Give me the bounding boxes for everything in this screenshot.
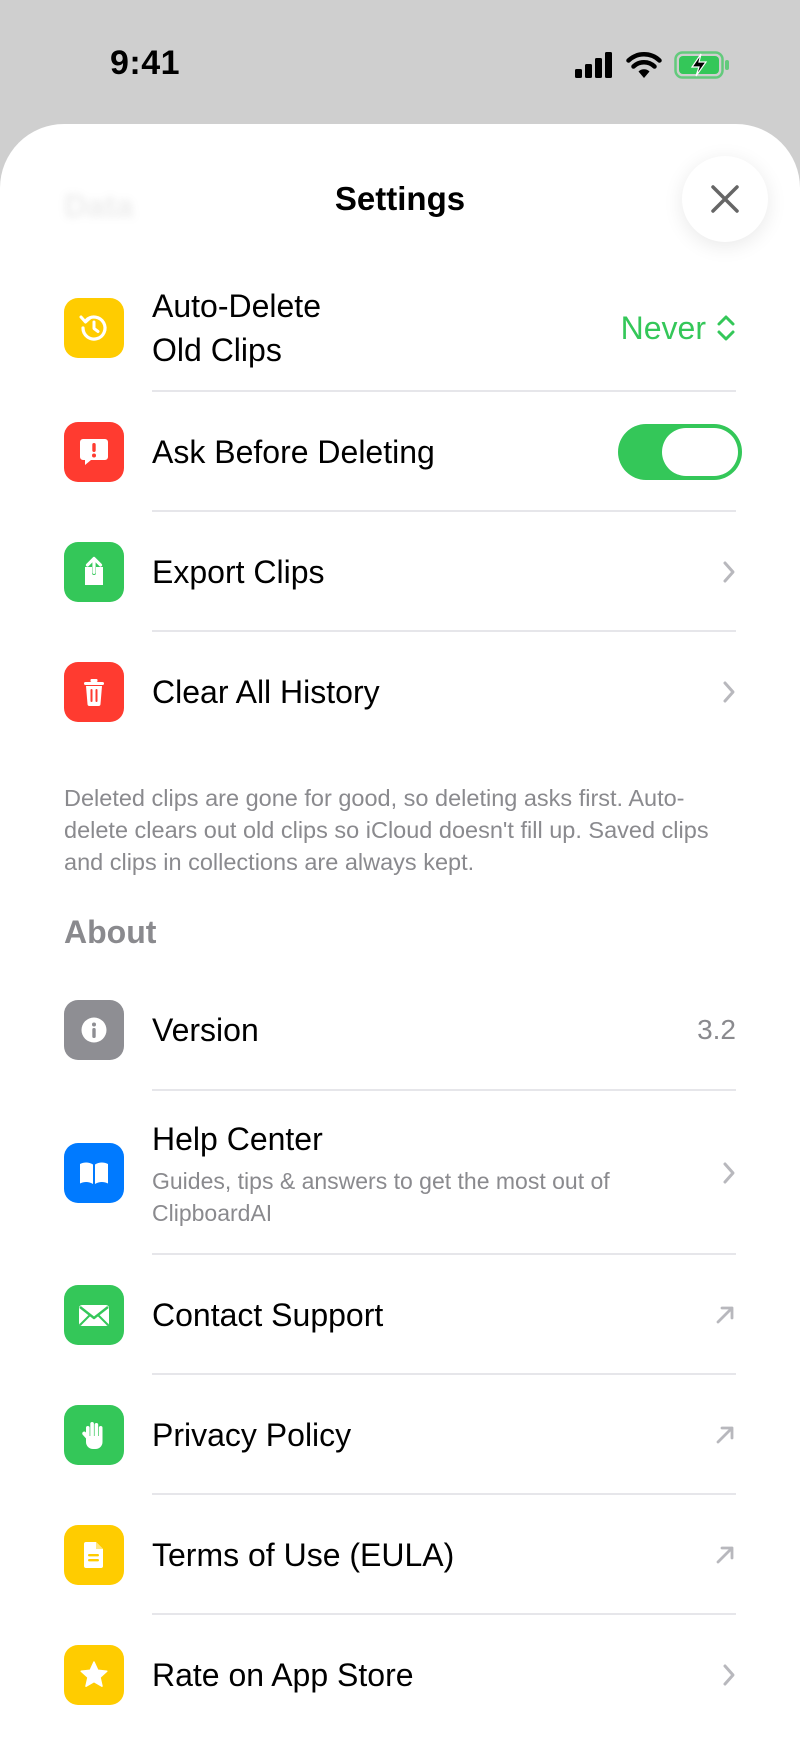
ask-before-deleting-toggle[interactable] xyxy=(618,424,742,480)
rate-app-store-row[interactable]: Rate on App Store xyxy=(0,1615,800,1735)
clock-history-icon xyxy=(64,298,124,358)
row-label: Terms of Use (EULA) xyxy=(152,1537,455,1573)
row-label: Version xyxy=(152,1012,259,1048)
auto-delete-value: Never xyxy=(620,309,706,346)
auto-delete-row[interactable]: Auto-Delete Old Clips Never xyxy=(0,264,800,392)
hand-raised-icon xyxy=(64,1405,124,1465)
toggle-knob xyxy=(662,428,738,476)
info-icon xyxy=(64,1000,124,1060)
settings-sheet: Data Settings Auto-Delete Old Clips Neve… xyxy=(0,124,800,1740)
contact-support-row[interactable]: Contact Support xyxy=(0,1255,800,1375)
row-label: Clear All History xyxy=(152,674,380,710)
exclamation-bubble-icon xyxy=(64,422,124,482)
external-link-icon xyxy=(716,1306,734,1324)
row-label: Auto-Delete xyxy=(152,288,321,324)
status-icons xyxy=(574,48,730,82)
close-icon xyxy=(711,185,739,213)
status-bar: 9:41 xyxy=(0,0,800,124)
row-label: Rate on App Store xyxy=(152,1657,414,1693)
share-upload-icon xyxy=(64,542,124,602)
privacy-policy-row[interactable]: Privacy Policy xyxy=(0,1375,800,1495)
row-label: Old Clips xyxy=(152,332,282,368)
row-label: Privacy Policy xyxy=(152,1417,352,1453)
about-section-header: About xyxy=(64,914,157,950)
battery-charging-icon xyxy=(674,51,729,79)
status-time: 9:41 xyxy=(110,44,181,82)
row-sublabel: Guides, tips & answers to get the most o… xyxy=(152,1168,610,1226)
sheet-header: Data Settings xyxy=(0,124,800,274)
terms-of-use-row[interactable]: Terms of Use (EULA) xyxy=(0,1495,800,1615)
version-value: 3.2 xyxy=(697,1014,736,1045)
star-icon xyxy=(64,1645,124,1705)
chevron-right-icon xyxy=(723,1664,735,1686)
book-icon xyxy=(64,1143,124,1203)
chevron-right-icon xyxy=(723,681,735,703)
row-label: Export Clips xyxy=(152,554,325,590)
external-link-icon xyxy=(716,1426,734,1444)
ask-before-deleting-row: Ask Before Deleting xyxy=(0,392,800,512)
help-center-row[interactable]: Help Center Guides, tips & answers to ge… xyxy=(0,1091,800,1255)
data-section-footnote: Deleted clips are gone for good, so dele… xyxy=(64,785,709,875)
envelope-icon xyxy=(64,1285,124,1345)
close-button[interactable] xyxy=(682,156,768,242)
chevron-up-down-icon xyxy=(717,315,735,341)
document-icon xyxy=(64,1525,124,1585)
wifi-icon xyxy=(626,52,662,78)
clear-all-history-row[interactable]: Clear All History xyxy=(0,632,800,752)
auto-delete-picker[interactable]: Never xyxy=(621,310,736,347)
row-label: Contact Support xyxy=(152,1297,384,1333)
cellular-signal-icon xyxy=(575,52,612,78)
chevron-right-icon xyxy=(723,1162,735,1184)
trash-icon xyxy=(64,662,124,722)
export-clips-row[interactable]: Export Clips xyxy=(0,512,800,632)
row-label: Help Center xyxy=(152,1121,323,1157)
external-link-icon xyxy=(716,1546,734,1564)
row-label: Ask Before Deleting xyxy=(152,434,435,470)
chevron-right-icon xyxy=(723,561,735,583)
version-row: Version 3.2 xyxy=(0,969,800,1091)
page-title: Settings xyxy=(334,180,466,217)
